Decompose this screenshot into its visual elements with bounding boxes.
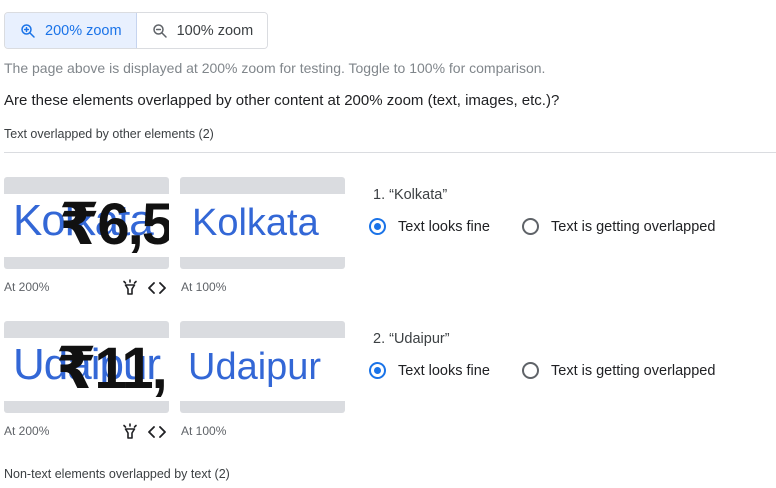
section-heading-non-text-overlapped: Non-text elements overlapped by text (2): [4, 467, 230, 481]
zoom-toggle: 200% zoom 100% zoom: [4, 12, 269, 49]
option-label: Text looks fine: [398, 218, 490, 235]
section-heading-text-overlapped: Text overlapped by other elements (2): [4, 127, 214, 141]
option-label: Text is getting overlapped: [551, 218, 716, 235]
item-title-kolkata: 1. “Kolkata”: [373, 187, 448, 203]
zoom-info-text: The page above is displayed at 200% zoom…: [4, 60, 546, 76]
zoom-100-label: 100% zoom: [176, 22, 254, 39]
flashlight-icon[interactable]: [122, 279, 138, 296]
code-icon[interactable]: [148, 425, 166, 439]
caption-200: At 200%: [4, 280, 50, 294]
thumbnail-overlapping-text: ₹11,: [56, 338, 168, 401]
thumbnail-100-kolkata[interactable]: Kolkata: [180, 177, 345, 269]
radio-checked[interactable]: [369, 362, 386, 379]
zoom-200-button[interactable]: 200% zoom: [5, 13, 137, 48]
zoom-out-icon: [151, 22, 169, 40]
section-divider: [4, 152, 776, 153]
option-text-overlapped[interactable]: Text is getting overlapped: [522, 218, 715, 235]
radio-unchecked[interactable]: [522, 218, 539, 235]
zoom-in-icon: [19, 22, 37, 40]
thumbnail-overlapping-text: ₹6,5: [59, 194, 169, 257]
question-text: Are these elements overlapped by other c…: [4, 92, 560, 109]
thumbnail-word: Kolkata: [192, 202, 319, 244]
option-text-overlapped[interactable]: Text is getting overlapped: [522, 362, 715, 379]
zoom-200-label: 200% zoom: [45, 22, 122, 39]
option-label: Text is getting overlapped: [551, 362, 716, 379]
caption-100: At 100%: [181, 424, 227, 438]
thumbnail-word: Udaipur: [188, 346, 322, 388]
thumbnail-100-udaipur[interactable]: Udaipur: [180, 321, 345, 413]
caption-200: At 200%: [4, 424, 50, 438]
zoom-100-button[interactable]: 100% zoom: [136, 13, 268, 48]
item-title-udaipur: 2. “Udaipur”: [373, 331, 450, 347]
thumbnail-tools: [122, 279, 166, 296]
option-label: Text looks fine: [398, 362, 490, 379]
flashlight-icon[interactable]: [122, 423, 138, 440]
radio-unchecked[interactable]: [522, 362, 539, 379]
radio-checked[interactable]: [369, 218, 386, 235]
option-text-looks-fine[interactable]: Text looks fine: [369, 362, 490, 379]
caption-100: At 100%: [181, 280, 227, 294]
thumbnail-tools: [122, 423, 166, 440]
thumbnail-200-kolkata[interactable]: Kolkata ₹6,5: [4, 177, 169, 269]
code-icon[interactable]: [148, 281, 166, 295]
thumbnail-200-udaipur[interactable]: Udaipur ₹11,: [4, 321, 169, 413]
option-text-looks-fine[interactable]: Text looks fine: [369, 218, 490, 235]
